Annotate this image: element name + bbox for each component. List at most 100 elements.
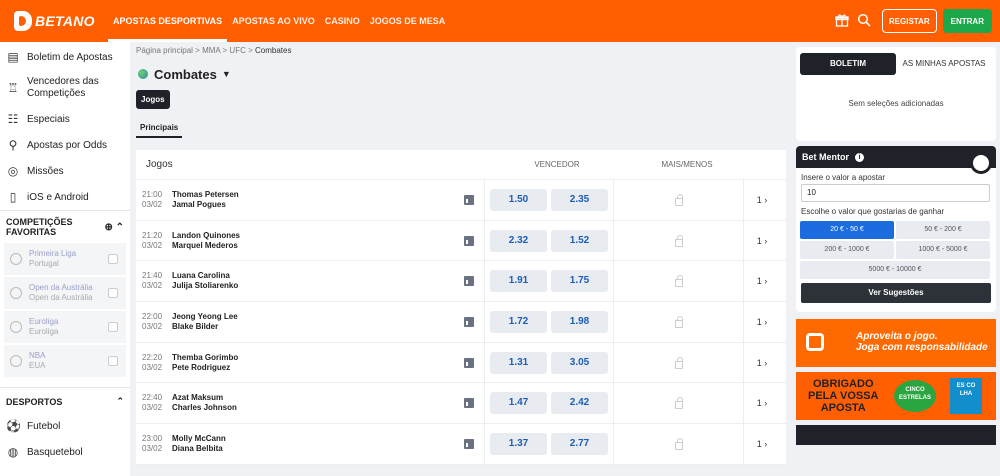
login-button[interactable]: ENTRAR — [942, 9, 992, 33]
breadcrumb-mma[interactable]: MMA — [202, 46, 220, 55]
chevron-up-icon[interactable]: ⌃ — [116, 396, 124, 407]
breadcrumb-home[interactable]: Página principal — [136, 46, 193, 55]
more-markets-link[interactable]: 1 › — [744, 439, 780, 449]
player-1: Luana Carolina — [172, 271, 230, 281]
title-row[interactable]: Combates ▼ — [130, 60, 790, 88]
odd-button[interactable]: 1.37 — [490, 432, 547, 455]
favorite-item[interactable]: Primeira Liga Portugal — [4, 243, 126, 277]
event-date: 03/02 — [142, 321, 163, 331]
gift-icon[interactable] — [834, 13, 850, 29]
event-players[interactable]: Themba Gorimbo Pete Rodriguez — [166, 353, 464, 373]
event-players[interactable]: Jeong Yeong Lee Blake Bilder — [166, 312, 464, 332]
sidebar-item-boletim[interactable]: ▤ Boletim de Apostas — [0, 44, 130, 70]
event-players[interactable]: Molly McCann Diana Belbita — [166, 434, 464, 454]
event-date: 03/02 — [142, 362, 163, 372]
odd-button[interactable]: 2.42 — [551, 392, 608, 415]
event-players[interactable]: Thomas Petersen Jamal Pogues — [166, 190, 464, 210]
register-button[interactable]: REGISTAR — [881, 9, 937, 33]
caret-down-icon[interactable]: ▼ — [222, 69, 231, 79]
events-table-header: Jogos VENCEDOR MAIS/MENOS — [136, 150, 786, 180]
stats-icon[interactable] — [464, 276, 476, 287]
chip-5000-10000[interactable]: 5000 € - 10000 € — [800, 261, 990, 279]
chip-50-200[interactable]: 50 € - 200 € — [896, 221, 990, 239]
jogos-button[interactable]: Jogos — [136, 90, 170, 109]
favorite-checkbox[interactable] — [108, 322, 118, 332]
trophy-icon: ♖ — [7, 81, 19, 95]
odd-button[interactable]: 2.35 — [551, 188, 608, 211]
sidebar-item-missoes[interactable]: ◎ Missões — [0, 158, 130, 184]
stats-icon[interactable] — [464, 235, 476, 246]
responsible-gaming-banner[interactable]: Aproveita o jogo. Joga com responsabilida… — [796, 319, 996, 367]
promo-banner[interactable] — [796, 425, 996, 445]
chip-20-50[interactable]: 20 € - 50 € — [800, 221, 894, 239]
event-row[interactable]: 22:20 03/02 Themba Gorimbo Pete Rodriguez 1.… — [136, 342, 786, 384]
event-row[interactable]: 21:40 03/02 Luana Carolina Julija Stoliaren… — [136, 261, 786, 303]
nav-apostas-desportivas[interactable]: APOSTAS DESPORTIVAS — [108, 0, 228, 42]
odd-button[interactable]: 3.05 — [551, 351, 608, 374]
lock-icon — [674, 193, 683, 206]
info-icon[interactable]: i — [855, 152, 864, 162]
event-hour: 23:00 — [142, 433, 163, 443]
favorite-item[interactable]: Open da Austrália Open da Austrália — [4, 277, 126, 311]
odd-button[interactable]: 2.32 — [490, 229, 547, 252]
stake-input[interactable]: 10 — [801, 184, 990, 202]
favorite-item[interactable]: NBA EUA — [4, 345, 126, 379]
favorite-checkbox[interactable] — [108, 254, 118, 264]
stats-icon[interactable] — [464, 357, 476, 368]
event-players[interactable]: Landon Quinones Marquel Mederos — [166, 231, 464, 251]
more-markets-link[interactable]: 1 › — [744, 398, 780, 408]
sidebar-item-apostas-por-odds[interactable]: ⚲ Apostas por Odds — [0, 132, 130, 158]
odd-button[interactable]: 1.47 — [490, 392, 547, 415]
event-row[interactable]: 21:20 03/02 Landon Quinones Marquel Mederos… — [136, 220, 786, 262]
stats-icon[interactable] — [464, 316, 476, 327]
nav-casino[interactable]: CASINO — [320, 0, 365, 42]
event-row[interactable]: 22:40 03/02 Azat Maksum Charles Johnson 1.47… — [136, 383, 786, 425]
more-markets-link[interactable]: 1 › — [744, 276, 780, 286]
odd-button[interactable]: 1.31 — [490, 351, 547, 374]
breadcrumb-ufc[interactable]: UFC — [229, 46, 245, 55]
sidebar-item-especiais[interactable]: ☷ Especiais — [0, 106, 130, 132]
odd-button[interactable]: 1.50 — [490, 188, 547, 211]
add-favorite-icon[interactable]: ⊕ ⌃ — [104, 222, 124, 233]
sidebar-item-label: Futebol — [27, 420, 61, 432]
sidebar-item-basquetebol[interactable]: ◍ Basquetebol — [0, 439, 130, 465]
favorite-checkbox[interactable] — [108, 288, 118, 298]
odd-button[interactable]: 1.75 — [551, 270, 608, 293]
sidebar-item-ios-android[interactable]: ▯ iOS e Android — [0, 184, 130, 210]
tab-boletim[interactable]: BOLETIM — [800, 53, 896, 75]
ver-sugestoes-button[interactable]: Ver Sugestões — [801, 283, 991, 303]
event-players[interactable]: Azat Maksum Charles Johnson — [166, 393, 464, 413]
nav-jogos-de-mesa[interactable]: JOGOS DE MESA — [365, 0, 451, 42]
favorite-sub: Open da Austrália — [29, 293, 93, 302]
search-icon[interactable] — [856, 13, 872, 29]
more-markets-link[interactable]: 1 › — [744, 317, 780, 327]
thank-you-banner[interactable]: OBRIGADO PELA VOSSA APOSTA CINCO ESTRELAS … — [796, 372, 996, 420]
tab-principais[interactable]: Principais — [136, 119, 183, 138]
favorite-checkbox[interactable] — [108, 356, 118, 366]
tab-minhas-apostas[interactable]: AS MINHAS APOSTAS — [896, 53, 992, 75]
odd-button[interactable]: 2.77 — [551, 432, 608, 455]
stats-icon[interactable] — [464, 398, 476, 409]
event-row[interactable]: 23:00 03/02 Molly McCann Diana Belbita 1.37 2… — [136, 424, 786, 465]
event-players[interactable]: Luana Carolina Julija Stoliarenko — [166, 271, 464, 291]
sidebar-item-vencedores[interactable]: ♖ Vencedores das Competições — [0, 70, 130, 106]
stats-icon[interactable] — [464, 194, 476, 205]
event-row[interactable]: 21:00 03/02 Thomas Petersen Jamal Pogues 1.5… — [136, 180, 786, 221]
sidebar-item-futebol[interactable]: ⚽ Futebol — [0, 413, 130, 439]
odd-button[interactable]: 1.72 — [490, 310, 547, 333]
event-row[interactable]: 22:00 03/02 Jeong Yeong Lee Blake Bilder 1.7… — [136, 302, 786, 343]
odd-button[interactable]: 1.52 — [551, 229, 608, 252]
betano-logo[interactable]: BETANO — [14, 11, 104, 31]
odd-button[interactable]: 1.91 — [490, 270, 547, 293]
favorite-item[interactable]: Euroliga Euroliga — [4, 311, 126, 345]
ticket-icon: ▤ — [7, 50, 19, 64]
more-markets-link[interactable]: 1 › — [744, 236, 780, 246]
more-markets-link[interactable]: 1 › — [744, 195, 780, 205]
football-icon — [10, 253, 22, 265]
odd-button[interactable]: 1.98 — [551, 310, 608, 333]
nav-apostas-ao-vivo[interactable]: APOSTAS AO VIVO — [227, 0, 320, 42]
chip-1000-5000[interactable]: 1000 € - 5000 € — [896, 241, 990, 259]
chip-200-1000[interactable]: 200 € - 1000 € — [800, 241, 894, 259]
stats-icon[interactable] — [464, 438, 476, 449]
more-markets-link[interactable]: 1 › — [744, 358, 780, 368]
